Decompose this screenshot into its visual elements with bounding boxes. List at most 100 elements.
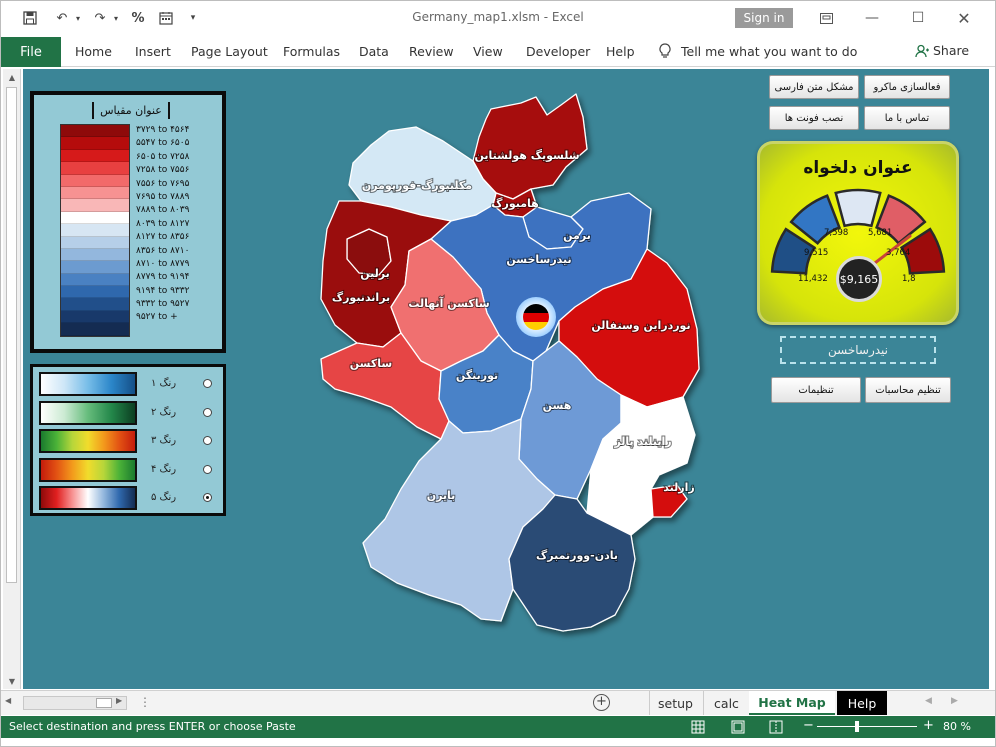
sheet-tab-heat-map[interactable]: Heat Map	[749, 691, 835, 715]
tell-me-search[interactable]: Tell me what you want to do	[659, 43, 857, 59]
excel-window: ↶ ▾ ↷ ▾ % ▾ Germany_map1.xlsm - Excel Si…	[0, 0, 996, 747]
tab-view[interactable]: View	[473, 44, 503, 59]
legend-labels: ۳۷۲۹ to ۴۵۶۴ ۵۵۴۷ to ۶۵۰۵ ۶۵۰۵ to ۷۲۵۸ ۷۲۵۸…	[136, 124, 214, 325]
heat-map-sheet: عنوان مقیاس ۳۷۲۹ to ۴۵۶۴ ۵۵۴۷ to ۶۵۰۵ ۶۵۰۵…	[23, 69, 989, 689]
sheet-tab-setup[interactable]: setup	[649, 691, 701, 715]
color-scheme-1-bar[interactable]	[39, 372, 137, 396]
legend-swatch	[61, 125, 129, 138]
label-nrw: نوردراین وستفالن	[591, 319, 690, 332]
hscroll-thumb[interactable]	[96, 698, 112, 708]
legend-swatch	[61, 273, 129, 287]
save-icon[interactable]	[19, 8, 41, 28]
activate-macro-button[interactable]: فعالسازی ماکرو	[864, 75, 950, 99]
persian-text-issue-button[interactable]: مشکل متن فارسی	[769, 75, 859, 99]
scroll-thumb[interactable]	[6, 87, 17, 583]
zoom-out-icon[interactable]: −	[803, 718, 814, 733]
share-button[interactable]: Share	[915, 43, 969, 58]
contact-us-button[interactable]: تماس با ما	[864, 106, 950, 130]
zoom-slider-knob[interactable]	[855, 721, 859, 732]
undo-dropdown-icon[interactable]: ▾	[73, 8, 83, 28]
gauge-tick-5: 1,8	[902, 274, 916, 284]
zoom-in-icon[interactable]: +	[923, 718, 934, 733]
tab-home[interactable]: Home	[75, 44, 112, 59]
color-scheme-radio[interactable]	[203, 436, 212, 445]
tab-help[interactable]: Help	[606, 44, 635, 59]
redo-dropdown-icon[interactable]: ▾	[111, 8, 121, 28]
redo-icon[interactable]: ↷	[89, 8, 111, 28]
selected-region-box[interactable]: نیدرساخسن	[780, 336, 936, 364]
more-options-icon[interactable]: ⋮	[139, 695, 151, 709]
scroll-down-icon[interactable]: ▼	[3, 673, 21, 689]
legend-label: ۸۳۵۶ to ۸۷۱۰	[136, 245, 190, 256]
label-sachsen-anhalt: ساکسن آنهالت	[408, 296, 489, 310]
label-niedersachsen: نیدرساخسن	[506, 253, 571, 266]
close-icon[interactable]: ✕	[949, 6, 979, 30]
sign-in-button[interactable]: Sign in	[735, 8, 793, 28]
legend-swatch	[61, 236, 129, 249]
tab-insert[interactable]: Insert	[135, 44, 171, 59]
legend-label: ۹۳۳۲ to ۹۵۲۷	[136, 299, 190, 310]
color-scheme-radio[interactable]	[203, 379, 212, 388]
vertical-scrollbar[interactable]: ▲ ▼	[3, 69, 21, 689]
ribbon-display-icon[interactable]	[811, 6, 841, 30]
label-saarland: زارلند	[663, 481, 694, 494]
legend-label: ۸۷۱۰ to ۸۷۷۹	[136, 258, 190, 269]
color-scheme-4-bar[interactable]	[39, 457, 137, 482]
sheet-tab-calc[interactable]: calc	[703, 691, 749, 715]
legend-swatch	[61, 162, 129, 175]
gauge-center-value: $9,165	[836, 256, 882, 302]
calendar-icon[interactable]	[155, 8, 177, 28]
maximize-icon[interactable]: ☐	[903, 6, 933, 30]
color-scheme-radio[interactable]	[203, 464, 212, 474]
tab-page-layout[interactable]: Page Layout	[191, 44, 268, 59]
label-baden-wuerttemberg: بادن-وورتمبرگ	[536, 548, 618, 562]
gauge-tick-1: 9,515	[804, 248, 829, 258]
color-scheme-label: رنگ ۳	[151, 435, 177, 446]
color-scheme-label: رنگ ۴	[151, 463, 177, 475]
region-schleswig-holstein[interactable]	[472, 93, 588, 200]
tab-formulas[interactable]: Formulas	[283, 44, 340, 59]
calc-settings-button[interactable]: تنظیم محاسبات	[865, 377, 951, 403]
zoom-slider[interactable]	[817, 726, 917, 727]
scroll-left-icon[interactable]: ◀	[5, 696, 11, 705]
page-layout-view-icon[interactable]	[731, 720, 745, 734]
legend-label: ۷۶۹۵ to ۷۸۸۹	[136, 191, 190, 202]
color-scheme-radio[interactable]	[203, 493, 212, 502]
color-scheme-3-bar[interactable]	[39, 429, 137, 453]
tab-review[interactable]: Review	[409, 44, 454, 59]
undo-icon[interactable]: ↶	[51, 8, 73, 28]
percent-icon[interactable]: %	[127, 8, 149, 28]
label-sachsen: ساکسن	[350, 357, 392, 370]
label-rheinland-pfalz: راینلند پالز	[613, 435, 671, 448]
color-scheme-radio[interactable]	[203, 407, 212, 417]
legend-swatches	[60, 124, 130, 337]
window-title: Germany_map1.xlsm - Excel	[412, 10, 584, 24]
normal-view-icon[interactable]	[691, 720, 705, 734]
tab-file[interactable]: File	[1, 37, 61, 67]
legend-label: ۷۲۵۸ to ۷۵۵۶	[136, 165, 190, 176]
horizontal-scrollbar[interactable]: ▶	[23, 696, 127, 710]
install-font-button[interactable]: نصب فونت ها	[769, 106, 859, 130]
add-sheet-icon[interactable]: +	[593, 694, 610, 711]
page-break-view-icon[interactable]	[769, 720, 783, 734]
scroll-right-icon[interactable]: ▶	[116, 696, 122, 705]
color-scheme-2-bar[interactable]	[39, 400, 137, 425]
legend-label: ۸۷۷۹ to ۹۱۹۴	[136, 272, 190, 283]
legend-label: ۷۵۵۶ to ۷۶۹۵	[136, 178, 190, 189]
color-scheme-label: رنگ ۲	[151, 406, 177, 418]
legend-label: ۸۱۲۷ to ۸۳۵۶	[136, 232, 190, 243]
color-scheme-panel: رنگ ۱ رنگ ۲ رنگ ۳ رنگ ۴ رنگ ۵	[30, 364, 226, 516]
scroll-up-icon[interactable]: ▲	[3, 69, 21, 85]
sheet-tab-help[interactable]: Help	[837, 691, 887, 715]
zoom-level[interactable]: 80 %	[943, 720, 971, 733]
legend-panel: عنوان مقیاس ۳۷۲۹ to ۴۵۶۴ ۵۵۴۷ to ۶۵۰۵ ۶۵۰۵…	[30, 91, 226, 353]
tab-developer[interactable]: Developer	[526, 44, 590, 59]
color-scheme-5-bar[interactable]	[39, 486, 137, 510]
label-mecklenburg: مکلنبورگ-فورپومرن	[362, 178, 472, 192]
tab-data[interactable]: Data	[359, 44, 389, 59]
minimize-icon[interactable]: —	[857, 6, 887, 30]
tab-scroll-left-icon[interactable]: ◀	[925, 696, 932, 706]
customize-icon[interactable]: ▾	[185, 8, 201, 28]
settings-button[interactable]: تنظیمات	[771, 377, 861, 403]
tab-scroll-right-icon[interactable]: ▶	[951, 696, 958, 706]
